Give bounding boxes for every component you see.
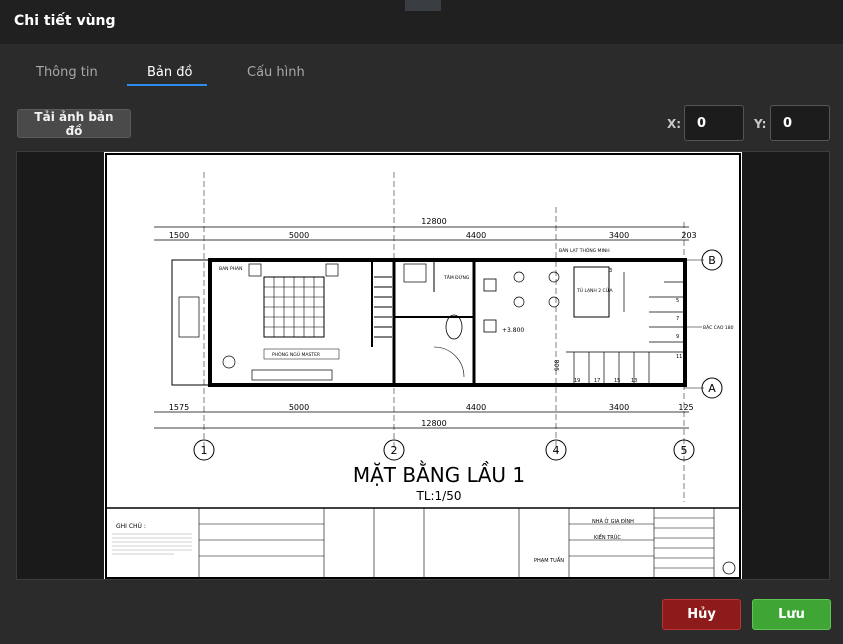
active-tab-indicator [127, 84, 207, 86]
y-label: Y: [754, 117, 767, 131]
y-input[interactable] [770, 105, 830, 141]
dim-bottom-1: 1575 [169, 403, 189, 412]
dim-bottom-4: 3400 [609, 403, 629, 412]
drawing-title: MẶT BẰNG LẦU 1 [353, 461, 525, 487]
title-notch [405, 0, 441, 11]
save-button[interactable]: Lưu [752, 599, 831, 630]
grid-letter-b: B [708, 254, 716, 267]
stair-num-17: 17 [594, 378, 600, 384]
stair-num-15: 15 [614, 378, 620, 384]
dim-bottom-2: 5000 [289, 403, 309, 412]
dim-top-4: 3400 [609, 231, 629, 240]
level-mark: +3.800 [502, 327, 524, 334]
tab-info[interactable]: Thông tin [36, 65, 98, 80]
room-label-fridge: TỦ LẠNH 2 CỬA [576, 286, 614, 294]
room-label-master: PHÒNG NGỦ MASTER [272, 350, 320, 358]
room-label-1: BAN PHAN [219, 266, 243, 272]
dialog-titlebar: Chi tiết vùng [0, 0, 843, 44]
tab-bar: Thông tin Bản đồ Cấu hình [0, 44, 843, 88]
dim-top-1: 1500 [169, 231, 189, 240]
dim-total-top: 12800 [421, 217, 446, 226]
cancel-button[interactable]: Hủy [662, 599, 741, 630]
room-label-shower: TĂM ĐỨNG [443, 274, 470, 281]
stair-num-5: 5 [676, 298, 679, 304]
drawing-scale: TL:1/50 [415, 489, 461, 503]
discipline-name: KIẾN TRÚC [594, 533, 621, 541]
stair-num-9: 9 [676, 334, 679, 340]
dim-total-bottom: 12800 [421, 419, 446, 428]
stair-num-3: 3 [609, 268, 612, 274]
stair-num-11: 11 [676, 354, 682, 360]
upload-map-button[interactable]: Tải ảnh bản đồ [17, 109, 131, 138]
grid-number-2: 2 [391, 444, 398, 457]
x-label: X: [667, 117, 682, 131]
floor-plan-drawing: 12800 1500 5000 4400 3400 203 BAN PHAN P… [105, 153, 741, 579]
room-label-table: BÀN LẠT THÔNG MINH [559, 247, 610, 254]
tab-map[interactable]: Bản đồ [147, 65, 192, 80]
grid-letter-a: A [708, 382, 716, 395]
side-dim: 908 [554, 359, 561, 371]
project-name: NHÀ Ở GIA ĐÌNH [592, 517, 634, 525]
grid-number-1: 1 [201, 444, 208, 457]
step-height-label: BẬC CAO 180 [703, 324, 734, 331]
stair-num-19: 19 [574, 378, 580, 384]
map-image[interactable]: 12800 1500 5000 4400 3400 203 BAN PHAN P… [104, 152, 742, 579]
dialog-title: Chi tiết vùng [14, 13, 116, 29]
grid-number-5: 5 [681, 444, 688, 457]
dim-top-5: 203 [681, 231, 696, 240]
notes-label: GHI CHÚ : [116, 523, 146, 530]
dim-bottom-3: 4400 [466, 403, 486, 412]
dim-top-2: 5000 [289, 231, 309, 240]
stair-num-7: 7 [676, 316, 679, 322]
tab-config[interactable]: Cấu hình [247, 65, 305, 80]
dim-top-3: 4400 [466, 231, 486, 240]
map-canvas[interactable]: 12800 1500 5000 4400 3400 203 BAN PHAN P… [16, 151, 830, 580]
stair-num-13: 13 [631, 378, 637, 384]
signer-name: PHẠM TUẤN [534, 556, 564, 564]
x-input[interactable] [684, 105, 744, 141]
dim-bottom-5: 125 [678, 403, 693, 412]
grid-number-4: 4 [553, 444, 560, 457]
